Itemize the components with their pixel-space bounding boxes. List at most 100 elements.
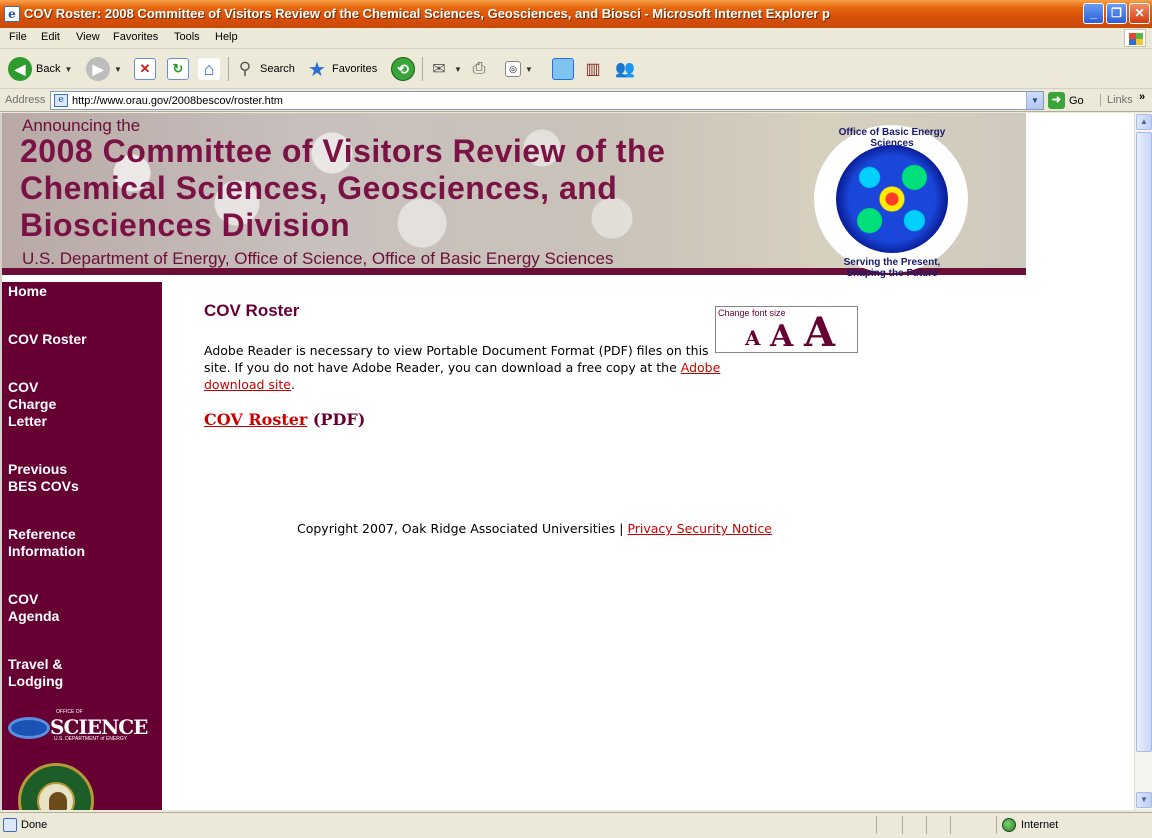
scroll-down-icon[interactable]: ▼: [1136, 792, 1152, 808]
links-button[interactable]: Links: [1100, 94, 1133, 106]
science-swirl-icon: [8, 717, 50, 739]
sidebar-item-travel-lodging[interactable]: Travel & Lodging: [8, 656, 78, 690]
maximize-button[interactable]: ❐: [1106, 3, 1127, 24]
history-button[interactable]: ⟲: [391, 57, 415, 81]
seal-graphic: [836, 145, 948, 253]
menu-favorites[interactable]: Favorites: [113, 31, 158, 43]
sidebar-nav: Home COV Roster COV Charge Letter Previo…: [2, 282, 162, 810]
address-url[interactable]: http://www.orau.gov/2008bescov/roster.ht…: [72, 95, 283, 107]
stop-icon: ✕: [134, 58, 156, 80]
mail-dropdown-icon[interactable]: ▼: [454, 65, 462, 74]
font-size-medium-button[interactable]: A: [770, 319, 793, 354]
discuss-icon: [552, 58, 574, 80]
font-size-large-button[interactable]: A: [804, 309, 835, 356]
address-label: Address: [5, 94, 46, 106]
privacy-security-notice-link[interactable]: Privacy Security Notice: [627, 521, 771, 536]
mail-icon: ✉: [432, 61, 446, 78]
scroll-thumb[interactable]: [1136, 132, 1152, 752]
status-bar: Done Internet: [0, 812, 1152, 838]
roster-pdf-line: COV Roster (PDF): [204, 410, 365, 429]
page-title: COV Roster: [204, 301, 300, 320]
edit-dropdown-icon[interactable]: ▼: [525, 65, 533, 74]
menu-edit[interactable]: Edit: [41, 31, 60, 43]
toolbar-separator: [422, 57, 423, 81]
home-button[interactable]: ⌂: [198, 57, 220, 81]
office-of-science-logo[interactable]: OFFICE OF SCIENCE U.S. DEPARTMENT of ENE…: [8, 709, 148, 743]
forward-arrow-icon: ▶: [86, 57, 110, 81]
research-books-icon: ▥: [585, 61, 601, 78]
mail-button[interactable]: ✉ ▼: [428, 57, 462, 81]
window-title-bar[interactable]: e COV Roster: 2008 Committee of Visitors…: [0, 0, 1152, 28]
back-button[interactable]: ◀ Back ▼: [8, 57, 72, 81]
back-label: Back: [36, 63, 61, 75]
science-logo-doe: U.S. DEPARTMENT of ENERGY: [54, 736, 128, 742]
print-button[interactable]: ⎙: [468, 57, 490, 81]
messenger-button[interactable]: 👥: [614, 57, 636, 81]
discuss-button[interactable]: [552, 57, 574, 81]
menu-view[interactable]: View: [76, 31, 100, 43]
links-chevron-icon[interactable]: »: [1139, 91, 1145, 103]
address-input[interactable]: e http://www.orau.gov/2008bescov/roster.…: [50, 91, 1044, 110]
go-label: Go: [1069, 94, 1084, 107]
search-label: Search: [260, 63, 295, 75]
forward-button[interactable]: ▶ ▼: [86, 57, 122, 81]
eagle-icon: [49, 792, 67, 810]
doe-seal-logo[interactable]: [18, 763, 94, 810]
go-arrow-icon: ➜: [1048, 92, 1065, 109]
go-button[interactable]: ➜ Go: [1048, 92, 1084, 109]
refresh-button[interactable]: ↻: [167, 57, 189, 81]
favorites-label: Favorites: [332, 63, 378, 75]
messenger-people-icon: 👥: [615, 61, 635, 78]
standard-toolbar: ◀ Back ▼ ▶ ▼ ✕ ↻ ⌂ ⚲ Search ★ Favorites …: [0, 49, 1152, 89]
window-title: COV Roster: 2008 Committee of Visitors R…: [24, 6, 830, 21]
sidebar-item-home[interactable]: Home: [8, 283, 158, 300]
font-size-small-button[interactable]: A: [745, 326, 761, 350]
scroll-up-icon[interactable]: ▲: [1136, 114, 1152, 130]
search-icon: ⚲: [238, 59, 252, 78]
status-divider: [950, 816, 951, 834]
windows-logo-icon: [1124, 29, 1146, 47]
status-divider: [996, 816, 997, 834]
sidebar-item-cov-agenda[interactable]: COV Agenda: [8, 591, 78, 625]
pdf-suffix: (PDF): [307, 410, 366, 429]
banner-headline: 2008 Committee of Visitors Review of the…: [20, 133, 666, 243]
banner-subline: U.S. Department of Energy, Office of Sci…: [22, 249, 614, 268]
favorites-button[interactable]: ★ Favorites: [306, 57, 377, 81]
toolbar-separator: [228, 57, 229, 81]
seal-bottom-text: Serving the Present, Shaping the Future: [843, 257, 941, 279]
sidebar-item-previous-bes-covs[interactable]: Previous BES COVs: [8, 461, 98, 495]
ie-page-icon: e: [4, 6, 20, 22]
page-banner: Announcing the 2008 Committee of Visitor…: [2, 113, 1026, 279]
status-text: Done: [21, 819, 48, 831]
search-button[interactable]: ⚲ Search: [234, 57, 295, 81]
sidebar-item-reference-information[interactable]: Reference Information: [8, 526, 108, 560]
cov-roster-pdf-link[interactable]: COV Roster: [204, 410, 307, 429]
status-divider: [902, 816, 903, 834]
status-divider: [926, 816, 927, 834]
edit-button[interactable]: ◎ ▼: [505, 57, 533, 81]
stop-button[interactable]: ✕: [134, 57, 156, 81]
sidebar-item-cov-charge-letter[interactable]: COV Charge Letter: [8, 379, 78, 430]
address-bar: Address e http://www.orau.gov/2008bescov…: [0, 89, 1152, 112]
menu-file[interactable]: File: [9, 31, 27, 43]
vertical-scrollbar[interactable]: ▲ ▼: [1134, 113, 1152, 810]
copyright-text: Copyright 2007, Oak Ridge Associated Uni…: [297, 521, 628, 536]
refresh-icon: ↻: [167, 58, 189, 80]
research-button[interactable]: ▥: [582, 57, 604, 81]
address-dropdown-icon[interactable]: ▼: [1026, 92, 1043, 109]
print-icon: ⎙: [472, 60, 486, 77]
sidebar-item-cov-roster[interactable]: COV Roster: [8, 331, 158, 348]
font-size-label: Change font size: [718, 308, 786, 318]
minimize-button[interactable]: _: [1083, 3, 1104, 24]
back-dropdown-icon[interactable]: ▼: [64, 65, 72, 74]
zone-label: Internet: [1021, 819, 1059, 831]
forward-dropdown-icon[interactable]: ▼: [114, 65, 122, 74]
menu-bar: File Edit View Favorites Tools Help: [0, 28, 1152, 49]
menu-tools[interactable]: Tools: [174, 31, 200, 43]
back-arrow-icon: ◀: [8, 57, 32, 81]
change-font-size-widget: Change font size A A A: [715, 306, 858, 356]
page-footer: Copyright 2007, Oak Ridge Associated Uni…: [297, 521, 772, 536]
menu-help[interactable]: Help: [215, 31, 238, 43]
page-icon: e: [54, 94, 68, 107]
close-button[interactable]: ✕: [1129, 3, 1150, 24]
